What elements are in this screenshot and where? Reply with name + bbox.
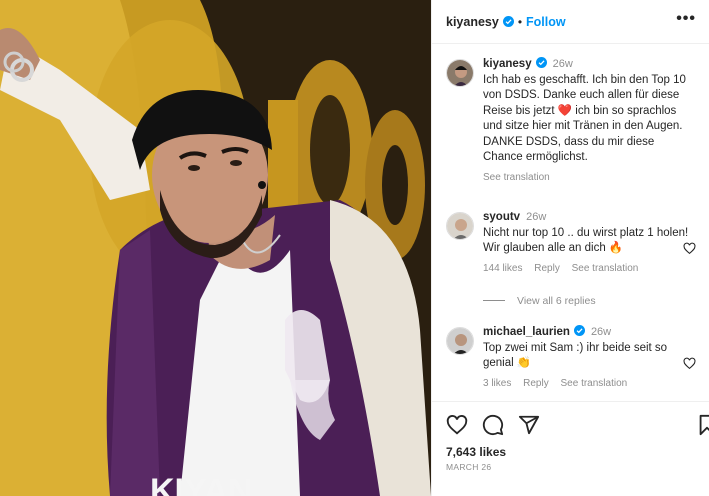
see-translation-button[interactable]: See translation bbox=[572, 263, 639, 274]
comment-time[interactable]: 26w bbox=[591, 326, 611, 338]
like-comment-heart-icon[interactable] bbox=[683, 357, 696, 370]
comment-author[interactable]: syoutv bbox=[483, 211, 520, 223]
comment-item: michael_laurien 26w Top zwei mit Sam :) i… bbox=[446, 325, 696, 389]
post-actions: 7,643 likes MARCH 26 bbox=[432, 401, 709, 496]
comment-likes[interactable]: 3 likes bbox=[483, 378, 511, 389]
caption-item: kiyanesy 26w Ich hab es geschafft. Ich bi… bbox=[446, 57, 696, 183]
follow-button[interactable]: Follow bbox=[526, 15, 566, 29]
comment-text: Top zwei mit Sam :) ihr beide seit so ge… bbox=[483, 341, 668, 370]
comment-likes[interactable]: 144 likes bbox=[483, 263, 522, 274]
comment-avatar[interactable] bbox=[446, 327, 474, 355]
comment-item: syoutv 26w Nicht nur top 10 .. du wirst p… bbox=[446, 210, 696, 274]
share-paper-plane-icon[interactable] bbox=[518, 414, 540, 436]
caption-time[interactable]: 26w bbox=[553, 58, 573, 70]
reply-button[interactable]: Reply bbox=[523, 378, 549, 389]
caption-text: Ich hab es geschafft. Ich bin den Top 10… bbox=[483, 73, 686, 164]
comments-list: kiyanesy 26w Ich hab es geschafft. Ich bi… bbox=[432, 45, 709, 401]
comment-bubble-icon[interactable] bbox=[482, 414, 504, 436]
caption-see-translation[interactable]: See translation bbox=[483, 172, 550, 183]
caption-avatar[interactable] bbox=[446, 59, 474, 87]
like-comment-heart-icon[interactable] bbox=[683, 242, 696, 255]
view-replies-label: View all 6 replies bbox=[517, 295, 596, 307]
post-header: kiyanesy • Follow ••• bbox=[432, 0, 709, 44]
comment-text: Nicht nur top 10 .. du wirst platz 1 hol… bbox=[483, 226, 689, 255]
like-heart-icon[interactable] bbox=[446, 414, 468, 436]
image-overlay-text: KIYAN bbox=[150, 472, 253, 496]
header-username[interactable]: kiyanesy bbox=[446, 15, 499, 29]
caption-author[interactable]: kiyanesy bbox=[483, 58, 532, 70]
save-bookmark-icon[interactable] bbox=[696, 414, 709, 436]
view-replies-button[interactable]: View all 6 replies bbox=[483, 295, 596, 307]
comment-time[interactable]: 26w bbox=[526, 211, 546, 223]
reply-button[interactable]: Reply bbox=[534, 263, 560, 274]
verified-badge-icon bbox=[535, 57, 547, 68]
post-date: MARCH 26 bbox=[446, 462, 492, 472]
verified-badge-icon bbox=[502, 16, 514, 27]
separator-dot: • bbox=[517, 14, 523, 29]
post-side-panel: kiyanesy • Follow ••• kiyanesy 26w Ich h… bbox=[431, 0, 709, 496]
see-translation-button[interactable]: See translation bbox=[561, 378, 628, 389]
comment-author[interactable]: michael_laurien bbox=[483, 326, 570, 338]
post-photo-illustration: KIYAN bbox=[0, 0, 431, 496]
post-image[interactable]: KIYAN bbox=[0, 0, 431, 496]
verified-badge-icon bbox=[573, 325, 585, 336]
more-options-icon[interactable]: ••• bbox=[676, 11, 696, 27]
comment-avatar[interactable] bbox=[446, 212, 474, 240]
post-likes-count[interactable]: 7,643 likes bbox=[446, 445, 506, 459]
instagram-post-view: KIYAN kiyanesy • Follow ••• kiyanesy 26w… bbox=[0, 0, 709, 496]
replies-divider bbox=[483, 300, 505, 301]
